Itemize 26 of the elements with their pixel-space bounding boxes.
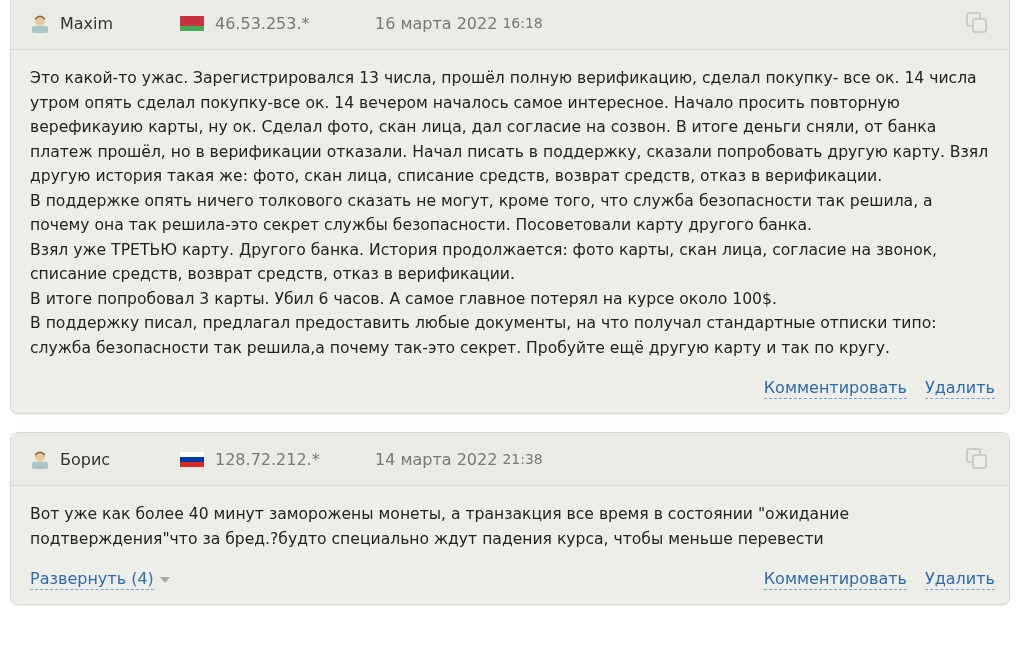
comment-date: 16 марта 2022 bbox=[375, 13, 498, 33]
ip-address: 46.53.253.* bbox=[215, 13, 311, 33]
comment-text: В итоге попробовал 3 карты. Убил 6 часов. А самое главное потерял на курсе около 100$. bbox=[30, 288, 778, 310]
author-name: Борис bbox=[60, 449, 112, 469]
user-icon bbox=[30, 449, 50, 469]
ip-address: 128.72.212.* bbox=[215, 449, 321, 469]
comment-date: 14 марта 2022 bbox=[375, 449, 498, 469]
comment-text: Вот уже как более 40 минут заморожены монеты, а транзакция все время в состоянии "ожидание подтверждения"что за бред.?будто специально ждут падения курса, чтобы меньше перевести bbox=[30, 504, 851, 550]
author-name: Maxim bbox=[60, 13, 115, 33]
copy-icon[interactable] bbox=[965, 447, 989, 471]
comment-text: В поддержке опять ничего толкового сказать не могут, кроме того, что служба безопасности так решила, а почему она так решила-это секрет службы безопасности. Посоветовали карту другого банка. bbox=[30, 190, 934, 236]
copy-icon[interactable] bbox=[965, 11, 989, 35]
action-link[interactable]: Комментировать bbox=[763, 378, 907, 399]
flag-icon bbox=[180, 451, 204, 467]
expand-link[interactable]: Развернуть (4) bbox=[30, 569, 154, 590]
user-icon bbox=[30, 13, 50, 33]
action-link[interactable]: Удалить bbox=[925, 569, 995, 590]
comment-time: 21:38 bbox=[502, 451, 543, 467]
comment-text: Взял уже ТРЕТЬЮ карту. Другого банка. История продолжается: фото карты, скан лица, согласие на звонок, списание средств, возврат средств, отказ в верификации. bbox=[30, 239, 939, 285]
comment-text: Это какой-то ужас. Зарегистрировался 13 числа, прошёл полную верификацию, сделал покупку- все ок. 14 числа утром опять сделал покупку-все ок. 14 вечером началось самое интересное. Начало просить повторную верефикауию карты, ну ок. Сделал фото, скан лица, дал согласие на созвон. В итоге деньги сняли, от банка платеж прошёл, но в верификации отказали. Начал писать в поддержку, сказали попробовать другую карту. Взял другую история такая же: фото, скан лица, списание средств, возврат средств, отказ в верификации. bbox=[30, 68, 990, 187]
action-link[interactable]: Удалить bbox=[925, 378, 995, 399]
caret-icon bbox=[159, 576, 170, 583]
action-link[interactable]: Комментировать bbox=[763, 569, 907, 590]
comment-time: 16:18 bbox=[502, 15, 543, 31]
flag-icon bbox=[180, 15, 204, 31]
comment-text: В поддержку писал, предлагал предоставить любые документы, на что получал стандартные отписки типо: служба безопасности так решила,а почему так-это секрет. Пробуйте ещё другую карту и так по кругу. bbox=[30, 313, 938, 359]
